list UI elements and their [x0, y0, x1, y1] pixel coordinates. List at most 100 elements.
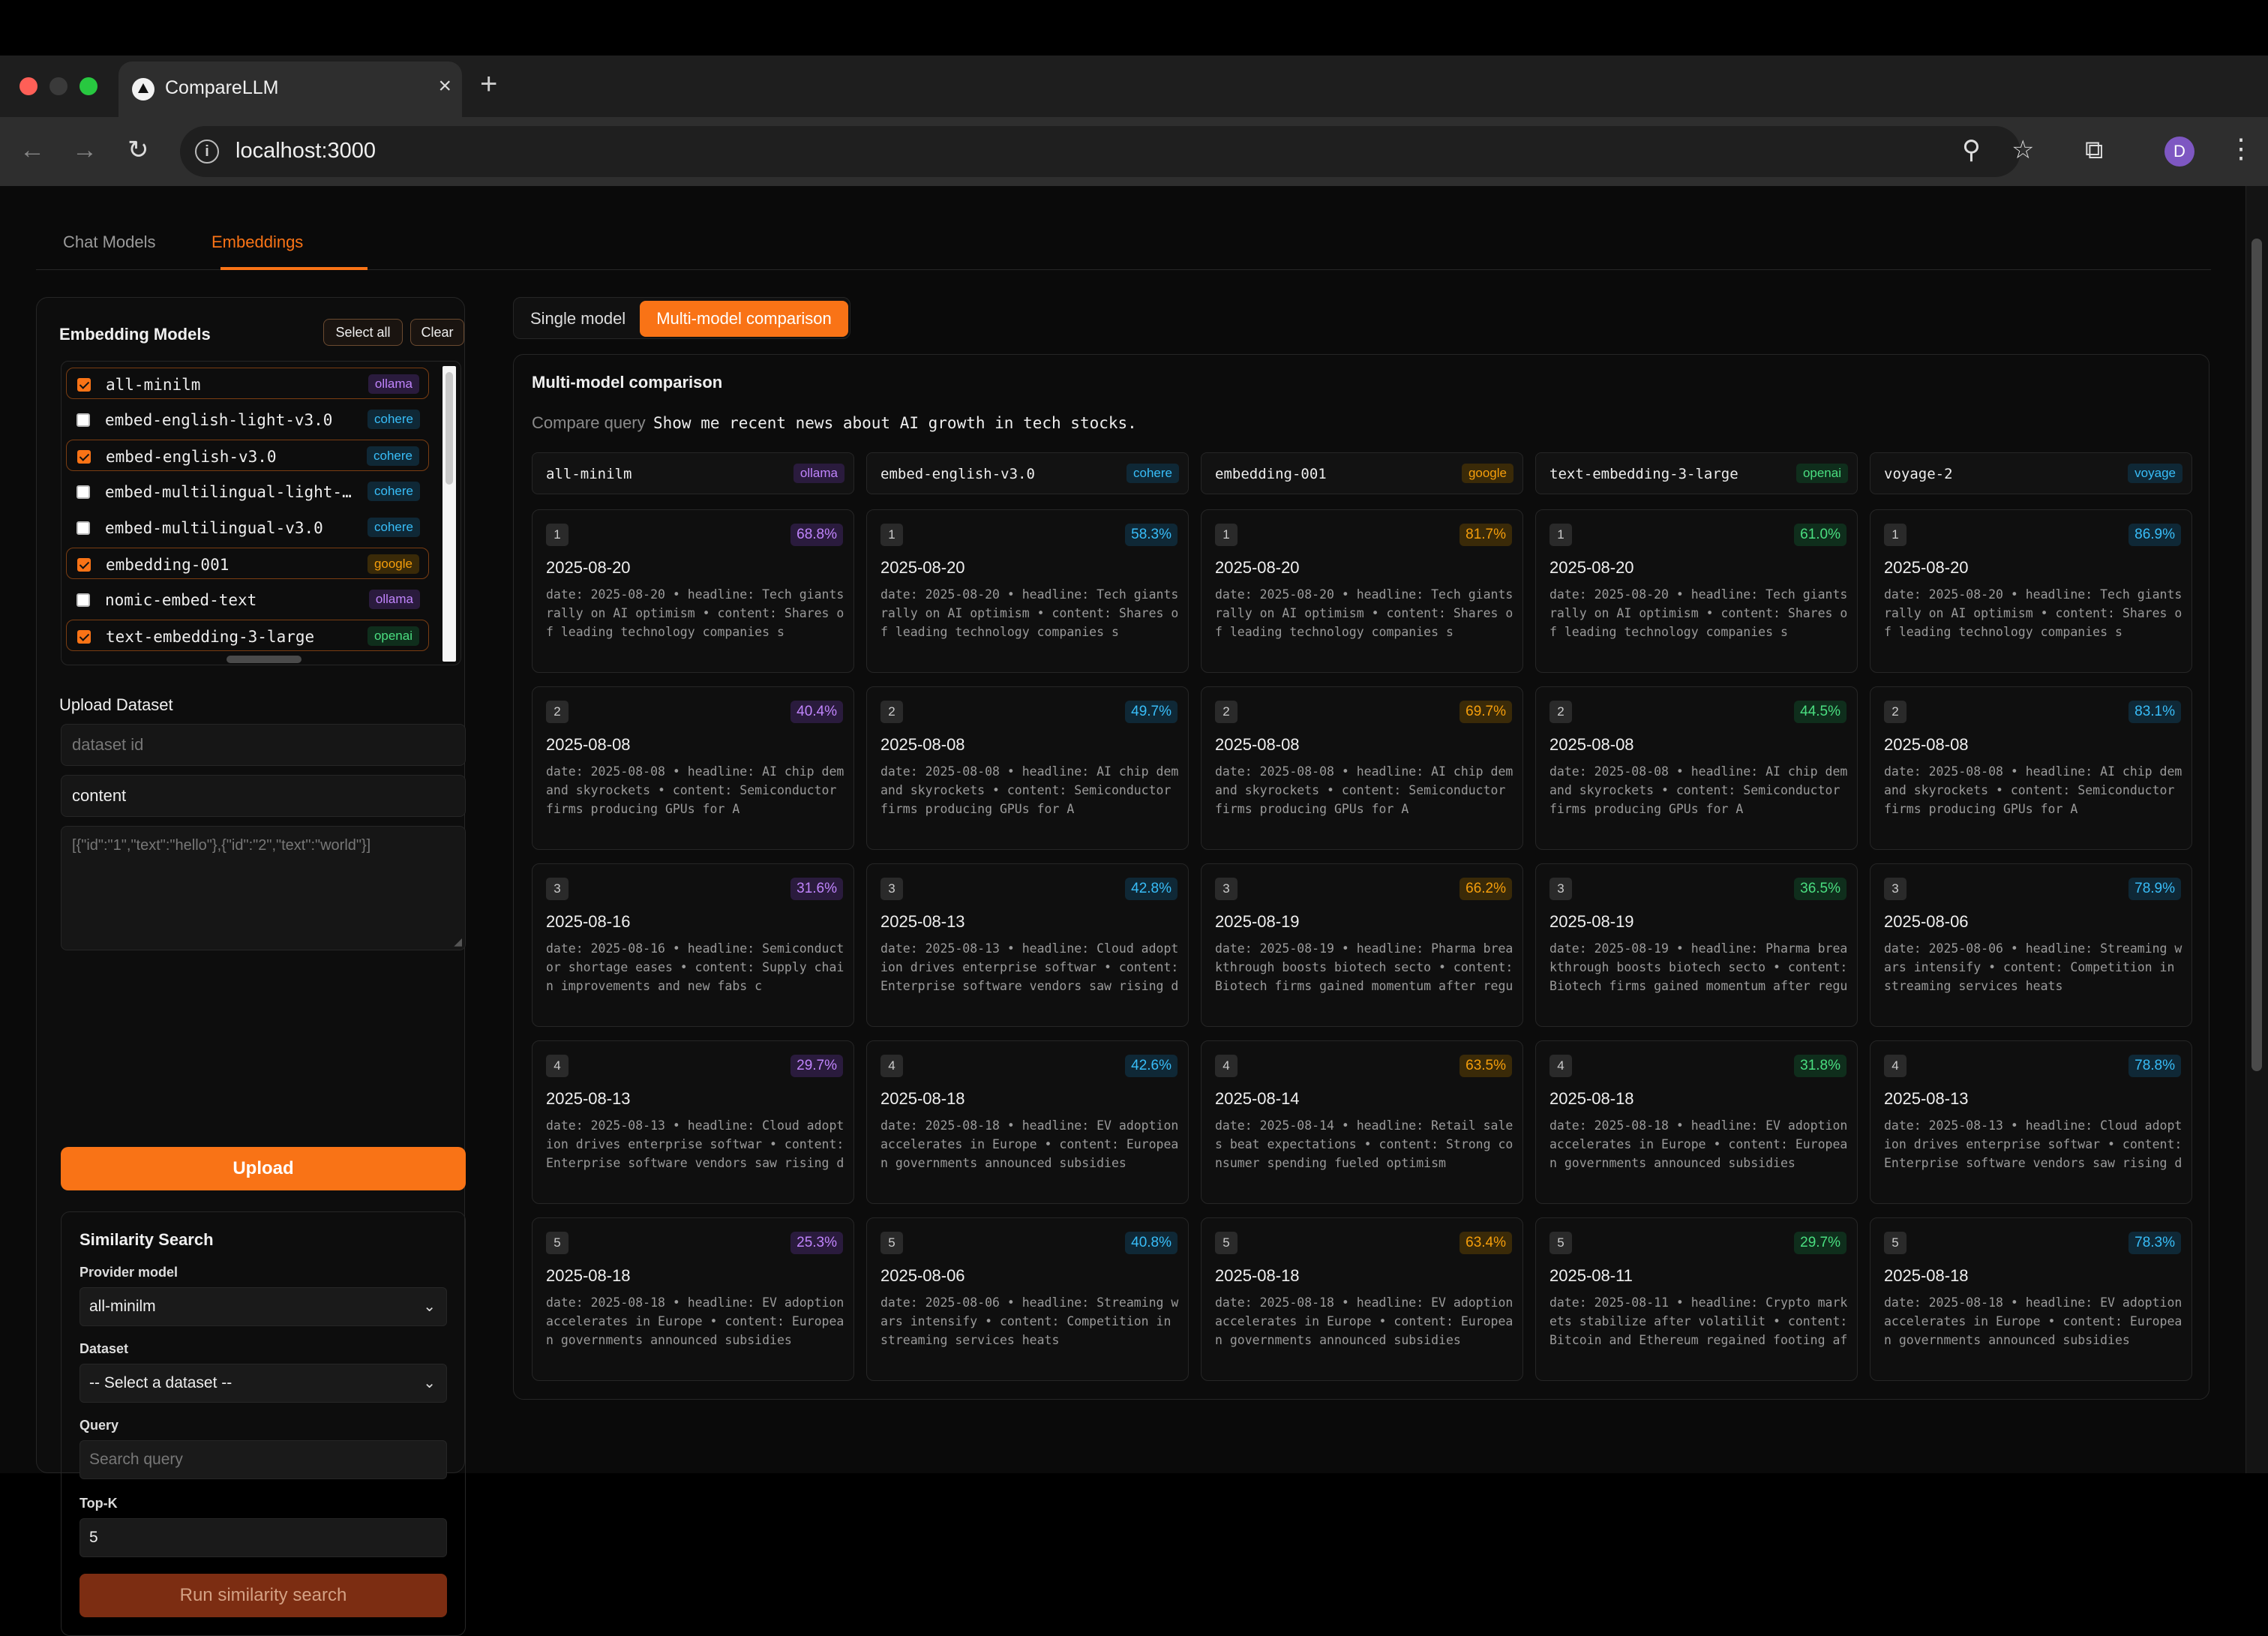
- model-item[interactable]: embed-multilingual-v3.0 cohere: [66, 512, 429, 543]
- model-list-hscroll-thumb[interactable]: [226, 656, 302, 663]
- model-item[interactable]: embed-english-v3.0 cohere: [66, 440, 429, 471]
- similarity-search-title: Similarity Search: [80, 1230, 214, 1249]
- comparison-title: Multi-model comparison: [532, 373, 723, 392]
- model-name: nomic-embed-text: [105, 591, 257, 609]
- address-bar[interactable]: i localhost:3000: [180, 126, 2020, 177]
- rank-badge: 2: [1884, 701, 1906, 723]
- text-field-input[interactable]: content: [61, 775, 466, 817]
- result-card: 4 31.8% 2025-08-18 date: 2025-08-18 • headl…: [1535, 1040, 1858, 1204]
- compare-query-text: Show me recent news about AI growth in t…: [653, 414, 1137, 432]
- model-item[interactable]: nomic-embed-text ollama: [66, 584, 429, 615]
- model-checkbox[interactable]: [76, 521, 90, 535]
- result-snippet: date: 2025-08-18 • headline: EV adoption…: [1884, 1295, 2182, 1347]
- zoom-icon[interactable]: ⚲: [1962, 135, 1981, 165]
- result-card: 2 40.4% 2025-08-08 date: 2025-08-08 • headl…: [532, 686, 854, 850]
- site-info-icon[interactable]: i: [195, 140, 219, 164]
- back-icon[interactable]: ←: [20, 135, 45, 165]
- rank-badge: 1: [880, 524, 903, 546]
- result-card: 3 31.6% 2025-08-16 date: 2025-08-16 • headl…: [532, 863, 854, 1027]
- result-card: 4 78.8% 2025-08-13 date: 2025-08-13 • headl…: [1870, 1040, 2192, 1204]
- page-scrollbar-thumb[interactable]: [2252, 239, 2262, 1071]
- column-header: all-minilm ollama: [532, 452, 854, 494]
- model-list: all-minilm ollama embed-english-light-v3.0…: [61, 361, 461, 665]
- provider-badge: google: [1461, 464, 1514, 483]
- result-date: 2025-08-20: [1215, 558, 1300, 577]
- rank-badge: 1: [1884, 524, 1906, 546]
- score-badge: 78.8%: [2128, 1055, 2181, 1077]
- select-all-button[interactable]: Select all: [323, 319, 403, 346]
- result-card: 5 25.3% 2025-08-18 date: 2025-08-18 • headl…: [532, 1217, 854, 1381]
- result-snippet: date: 2025-08-20 • headline: Tech giants…: [546, 587, 844, 639]
- topk-input[interactable]: 5: [80, 1518, 447, 1557]
- score-badge: 49.7%: [1125, 701, 1178, 723]
- column-model-name: embedding-001: [1215, 466, 1327, 482]
- model-item[interactable]: embedding-001 google: [66, 548, 429, 579]
- model-checkbox[interactable]: [77, 378, 91, 392]
- run-similarity-search-button[interactable]: Run similarity search: [80, 1574, 447, 1617]
- result-snippet: date: 2025-08-08 • headline: AI chip dem…: [880, 764, 1179, 816]
- forward-icon[interactable]: →: [72, 135, 98, 165]
- score-badge: 68.8%: [790, 524, 843, 546]
- profile-avatar[interactable]: D: [2164, 137, 2194, 167]
- tab-embeddings[interactable]: Embeddings: [212, 233, 303, 252]
- dataset-select[interactable]: -- Select a dataset -- ⌄: [80, 1364, 447, 1403]
- result-card: 1 86.9% 2025-08-20 date: 2025-08-20 • headl…: [1870, 509, 2192, 673]
- provider-badge: voyage: [2128, 464, 2182, 483]
- model-item[interactable]: all-minilm ollama: [66, 368, 429, 399]
- result-date: 2025-08-13: [880, 912, 965, 931]
- provider-badge: cohere: [368, 518, 420, 537]
- close-window-button[interactable]: [20, 77, 38, 95]
- score-badge: 66.2%: [1460, 878, 1512, 900]
- query-input[interactable]: Search query: [80, 1440, 447, 1479]
- model-checkbox[interactable]: [76, 485, 90, 499]
- model-checkbox[interactable]: [76, 413, 90, 427]
- tab-chat-models[interactable]: Chat Models: [63, 233, 156, 252]
- upload-button[interactable]: Upload: [61, 1147, 466, 1190]
- tab-title: CompareLLM: [165, 77, 279, 98]
- dataset-label: Dataset: [80, 1341, 129, 1356]
- browser-tab[interactable]: CompareLLM ×: [118, 62, 462, 117]
- model-checkbox[interactable]: [76, 593, 90, 607]
- provider-badge: openai: [1796, 464, 1848, 483]
- dataset-id-input[interactable]: dataset id: [61, 724, 466, 766]
- model-item[interactable]: embed-english-light-v3.0 cohere: [66, 404, 429, 435]
- maximize-window-button[interactable]: [80, 77, 98, 95]
- model-list-scrollbar-thumb[interactable]: [446, 372, 453, 485]
- result-snippet: date: 2025-08-14 • headline: Retail sale…: [1215, 1118, 1514, 1170]
- clear-button[interactable]: Clear: [410, 319, 464, 346]
- dataset-json-textarea[interactable]: [{"id":"1","text":"hello"},{"id":"2","te…: [61, 826, 466, 950]
- new-tab-icon[interactable]: +: [480, 68, 497, 101]
- score-badge: 40.4%: [790, 701, 843, 723]
- single-model-button[interactable]: Single model: [530, 309, 626, 329]
- model-checkbox[interactable]: [77, 558, 91, 572]
- provider-badge: openai: [367, 626, 419, 646]
- browser-menu-icon[interactable]: ⋮: [2228, 134, 2254, 164]
- result-card: 2 44.5% 2025-08-08 date: 2025-08-08 • headl…: [1535, 686, 1858, 850]
- score-badge: 31.6%: [790, 878, 843, 900]
- result-date: 2025-08-20: [1884, 558, 1969, 577]
- reload-icon[interactable]: ↻: [128, 135, 149, 165]
- dataset-json-placeholder: [{"id":"1","text":"hello"},{"id":"2","te…: [72, 837, 371, 854]
- page-scrollbar[interactable]: [2246, 186, 2268, 1473]
- result-snippet: date: 2025-08-06 • headline: Streaming w…: [1884, 941, 2182, 993]
- result-card: 1 61.0% 2025-08-20 date: 2025-08-20 • headl…: [1535, 509, 1858, 673]
- model-list-scrollbar[interactable]: [442, 366, 456, 662]
- tab-search-icon[interactable]: ⧉: [2085, 135, 2103, 165]
- model-checkbox[interactable]: [77, 630, 91, 644]
- chevron-down-icon: ⌄: [423, 1375, 436, 1391]
- multi-model-comparison-button[interactable]: Multi-model comparison: [640, 301, 848, 337]
- bookmark-star-icon[interactable]: ☆: [2012, 135, 2034, 165]
- score-badge: 42.6%: [1125, 1055, 1178, 1077]
- minimize-window-button[interactable]: [50, 77, 68, 95]
- model-item[interactable]: embed-multilingual-light-… cohere: [66, 476, 429, 507]
- rank-badge: 4: [880, 1055, 903, 1077]
- model-item[interactable]: text-embedding-3-large openai: [66, 620, 429, 651]
- resize-handle-icon[interactable]: ◢: [454, 935, 462, 948]
- model-checkbox[interactable]: [77, 450, 91, 464]
- provider-model-select[interactable]: all-minilm ⌄: [80, 1287, 447, 1326]
- result-snippet: date: 2025-08-06 • headline: Streaming w…: [880, 1295, 1179, 1347]
- close-tab-icon[interactable]: ×: [438, 74, 452, 99]
- result-date: 2025-08-13: [546, 1089, 631, 1108]
- result-card: 1 58.3% 2025-08-20 date: 2025-08-20 • headl…: [866, 509, 1189, 673]
- rank-badge: 5: [1550, 1232, 1572, 1254]
